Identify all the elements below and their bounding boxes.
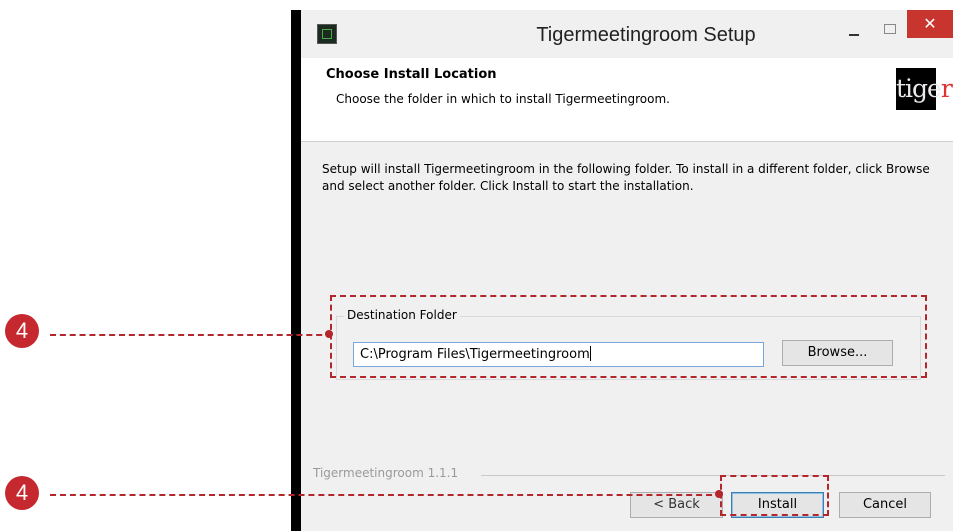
- minimize-button[interactable]: [843, 22, 865, 42]
- page-title: Choose Install Location: [326, 67, 497, 82]
- maximize-button[interactable]: [879, 20, 901, 40]
- install-description: Setup will install Tigermeetingroom in t…: [322, 162, 930, 193]
- callout-line-1: [50, 334, 332, 336]
- callout-anchor-1: [325, 330, 333, 338]
- installer-window: Tigermeetingroom Setup ✕ Choose Install …: [291, 10, 953, 531]
- window-title: Tigermeetingroom Setup: [536, 24, 756, 46]
- page-header: Choose Install Location Choose the folde…: [301, 58, 953, 142]
- callout-badge-1: 4: [5, 314, 39, 348]
- page-subtitle: Choose the folder in which to install Ti…: [336, 92, 670, 106]
- footer-brand: Tigermeetingroom 1.1.1: [313, 466, 463, 480]
- app-icon: [317, 24, 337, 44]
- close-button[interactable]: ✕: [907, 10, 953, 38]
- tiger-logo: tiger: [896, 68, 953, 110]
- callout-box-destination: [330, 295, 927, 378]
- callout-box-install: [720, 475, 829, 516]
- callout-line-2: [50, 494, 722, 496]
- cancel-button[interactable]: Cancel: [839, 492, 931, 518]
- callout-anchor-2: [715, 490, 723, 498]
- close-icon: ✕: [923, 14, 937, 33]
- callout-badge-2: 4: [5, 476, 39, 510]
- footer-divider: [481, 475, 945, 476]
- title-bar[interactable]: Tigermeetingroom Setup ✕: [301, 10, 953, 58]
